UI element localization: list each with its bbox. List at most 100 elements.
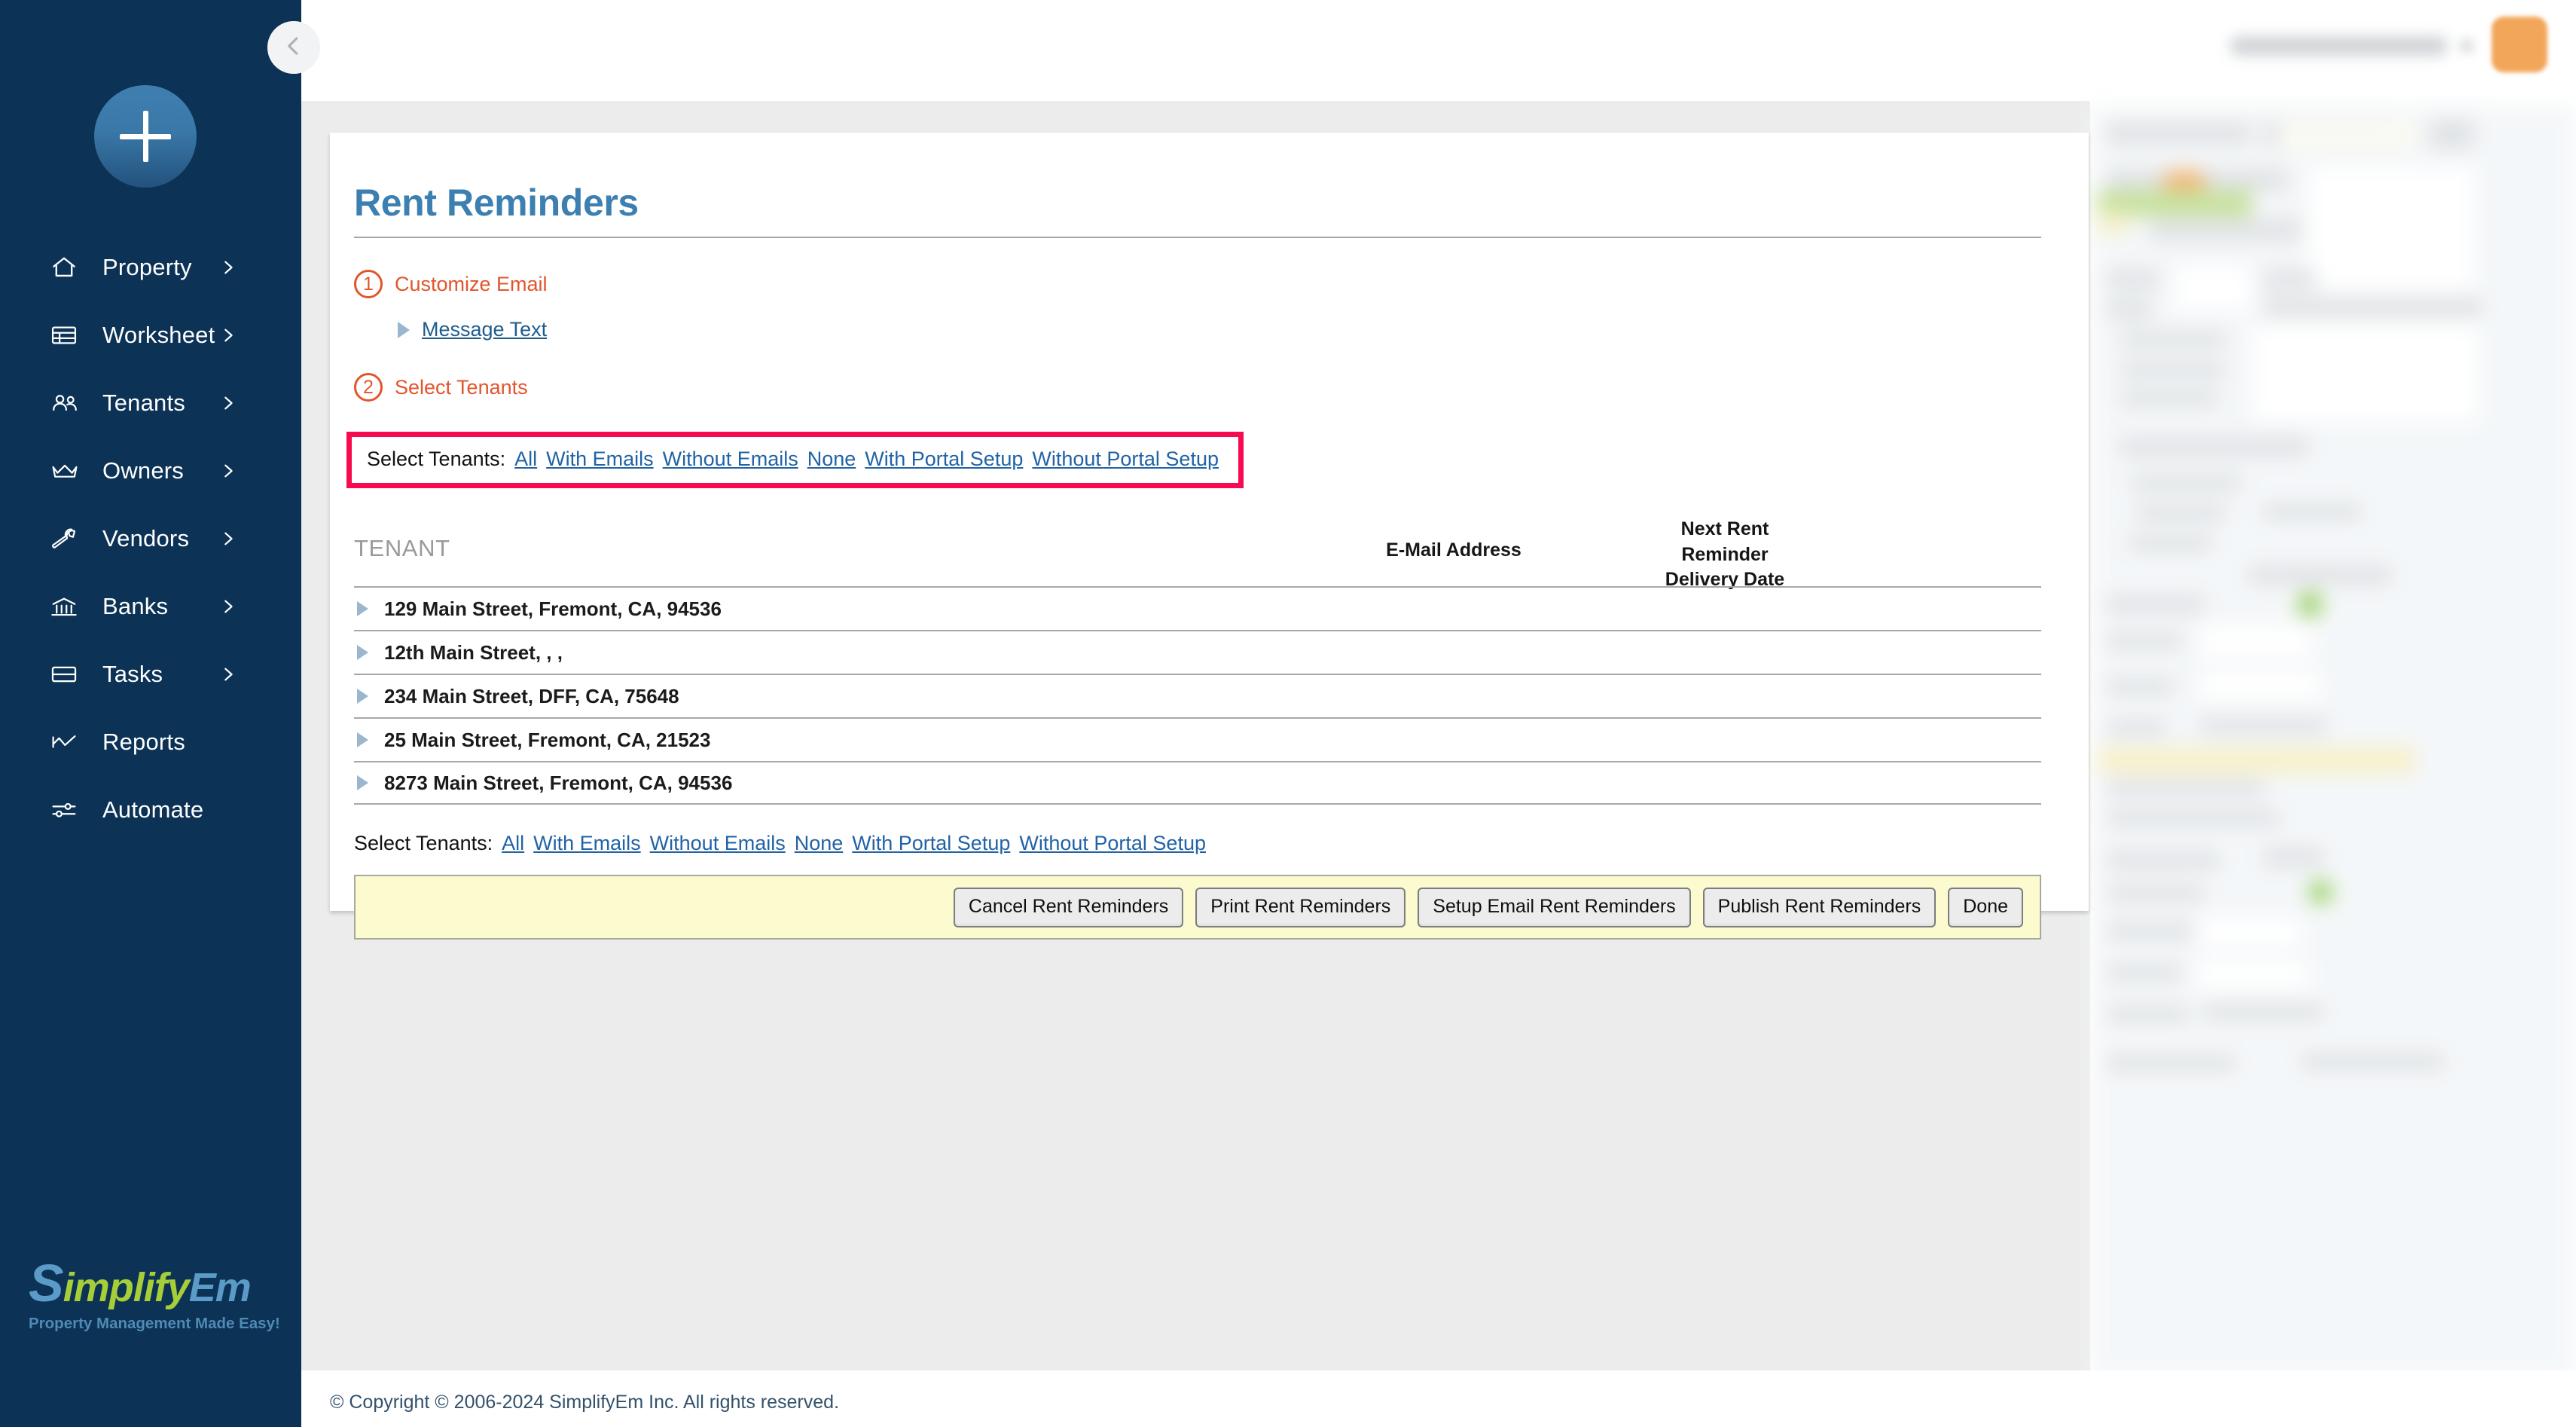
sidebar-item-tasks[interactable]: Tasks <box>0 655 301 693</box>
logo-dollar-s: S <box>29 1254 63 1312</box>
column-header-next-reminder-line1: Next Rent <box>1604 517 1845 542</box>
collapse-sidebar-button[interactable] <box>267 21 320 74</box>
expand-triangle-icon[interactable] <box>398 322 410 338</box>
expand-triangle-icon[interactable] <box>357 775 368 790</box>
background-blurred-panel <box>2090 105 2576 1379</box>
table-row[interactable]: 129 Main Street, Fremont, CA, 94536 <box>354 586 2041 630</box>
sidebar-item-automate[interactable]: Automate <box>0 791 301 829</box>
expand-triangle-icon[interactable] <box>357 601 368 616</box>
table-row[interactable]: 8273 Main Street, Fremont, CA, 94536 <box>354 761 2041 805</box>
copyright-text: © Copyright © 2006-2024 SimplifyEm Inc. … <box>330 1392 839 1413</box>
chevron-left-icon <box>282 35 305 61</box>
logo-em: Em <box>189 1265 251 1310</box>
page-title: Rent Reminders <box>354 163 2065 225</box>
setup-email-rent-reminders-button[interactable]: Setup Email Rent Reminders <box>1418 888 1690 927</box>
tenant-name: 234 Main Street, DFF, CA, 75648 <box>384 685 679 708</box>
sidebar-item-label: Reports <box>102 729 185 756</box>
chevron-right-icon <box>220 666 237 683</box>
expand-triangle-icon[interactable] <box>357 689 368 704</box>
chevron-right-icon <box>220 395 237 411</box>
page-body: Rent Reminders 1 Customize Email Message… <box>301 0 2576 1427</box>
chevron-right-icon <box>220 530 237 547</box>
chevron-right-icon <box>220 259 237 276</box>
select-with-portal-setup-link-bottom[interactable]: With Portal Setup <box>852 832 1010 854</box>
table-header-row: TENANT E-Mail Address Next Rent Reminder… <box>354 508 2041 586</box>
select-with-emails-link-top[interactable]: With Emails <box>546 448 654 470</box>
table-row[interactable]: 12th Main Street, , , <box>354 630 2041 674</box>
select-all-link-bottom[interactable]: All <box>502 832 524 854</box>
app-root: Rent Reminders 1 Customize Email Message… <box>0 0 2576 1427</box>
step-2-label: Select Tenants <box>395 376 528 399</box>
select-without-portal-setup-link-top[interactable]: Without Portal Setup <box>1032 448 1219 470</box>
sidebar: Property Worksheet Tenants <box>0 0 301 1427</box>
sidebar-item-label: Owners <box>102 457 184 484</box>
crown-icon <box>51 458 86 484</box>
sliders-icon <box>51 797 86 823</box>
sidebar-item-vendors[interactable]: Vendors <box>0 520 301 558</box>
rent-reminders-card: Rent Reminders 1 Customize Email Message… <box>330 133 2089 911</box>
chevron-right-icon <box>220 598 237 615</box>
expand-triangle-icon[interactable] <box>357 732 368 747</box>
sidebar-nav: Property Worksheet Tenants <box>0 249 301 859</box>
tenant-name: 12th Main Street, , , <box>384 641 563 665</box>
sidebar-item-property[interactable]: Property <box>0 249 301 286</box>
sidebar-item-worksheet[interactable]: Worksheet <box>0 316 301 354</box>
sidebar-item-banks[interactable]: Banks <box>0 588 301 625</box>
column-header-next-reminder: Next Rent Reminder Delivery Date <box>1604 517 1845 593</box>
content-top-band <box>301 101 2090 133</box>
tenant-name: 25 Main Street, Fremont, CA, 21523 <box>384 729 710 752</box>
sidebar-item-reports[interactable]: Reports <box>0 723 301 761</box>
column-header-tenant: TENANT <box>354 535 450 562</box>
table-icon <box>51 322 86 348</box>
step-1-label: Customize Email <box>395 273 548 296</box>
done-button[interactable]: Done <box>1948 888 2023 927</box>
message-text-row[interactable]: Message Text <box>398 318 2065 341</box>
table-row[interactable]: 234 Main Street, DFF, CA, 75648 <box>354 674 2041 717</box>
print-rent-reminders-button[interactable]: Print Rent Reminders <box>1195 888 1406 927</box>
select-tenants-bar-top: Select Tenants: All With Emails Without Ema… <box>346 432 1244 488</box>
column-header-email: E-Mail Address <box>1318 539 1589 561</box>
sidebar-item-label: Vendors <box>102 525 189 552</box>
sidebar-item-label: Banks <box>102 593 168 620</box>
list-icon <box>51 662 86 687</box>
select-all-link-top[interactable]: All <box>514 448 537 470</box>
select-without-emails-link-bottom[interactable]: Without Emails <box>650 832 786 854</box>
select-tenants-label-top: Select Tenants: <box>367 448 505 470</box>
column-header-next-reminder-line2: Reminder <box>1604 542 1845 568</box>
message-text-link[interactable]: Message Text <box>422 318 547 341</box>
chevron-down-icon[interactable] <box>2460 39 2474 53</box>
bank-icon <box>51 594 86 619</box>
expand-triangle-icon[interactable] <box>357 645 368 660</box>
tenant-name: 129 Main Street, Fremont, CA, 94536 <box>384 597 722 621</box>
wrench-icon <box>51 526 86 552</box>
tenant-name: 8273 Main Street, Fremont, CA, 94536 <box>384 772 732 795</box>
select-none-link-top[interactable]: None <box>807 448 856 470</box>
table-row[interactable]: 25 Main Street, Fremont, CA, 21523 <box>354 717 2041 761</box>
publish-rent-reminders-button[interactable]: Publish Rent Reminders <box>1703 888 1937 927</box>
user-email-label <box>2230 36 2448 56</box>
simplifyem-logo: SimplifyEm Property Management Made Easy… <box>29 1257 277 1333</box>
add-button[interactable] <box>94 85 197 188</box>
avatar[interactable] <box>2492 17 2547 72</box>
select-none-link-bottom[interactable]: None <box>795 832 844 854</box>
select-with-emails-link-bottom[interactable]: With Emails <box>533 832 641 854</box>
action-button-bar: Cancel Rent Reminders Print Rent Reminde… <box>354 875 2041 940</box>
sidebar-item-label: Property <box>102 254 192 281</box>
sidebar-item-tenants[interactable]: Tenants <box>0 384 301 422</box>
select-without-emails-link-top[interactable]: Without Emails <box>663 448 798 470</box>
page-footer: © Copyright © 2006-2024 SimplifyEm Inc. … <box>301 1370 2576 1427</box>
select-with-portal-setup-link-top[interactable]: With Portal Setup <box>865 448 1023 470</box>
logo-wordmark: SimplifyEm <box>29 1257 277 1309</box>
step-2-number: 2 <box>354 373 383 402</box>
step-select-tenants: 2 Select Tenants <box>354 373 2065 402</box>
chevron-right-icon <box>220 463 237 479</box>
cancel-rent-reminders-button[interactable]: Cancel Rent Reminders <box>954 888 1183 927</box>
sidebar-item-label: Tasks <box>102 661 163 688</box>
home-icon <box>51 255 86 280</box>
sidebar-item-owners[interactable]: Owners <box>0 452 301 490</box>
title-divider <box>354 237 2041 238</box>
step-customize-email: 1 Customize Email <box>354 270 2065 298</box>
select-without-portal-setup-link-bottom[interactable]: Without Portal Setup <box>1019 832 1206 854</box>
step-1-number: 1 <box>354 270 383 298</box>
chart-line-icon <box>51 729 86 755</box>
